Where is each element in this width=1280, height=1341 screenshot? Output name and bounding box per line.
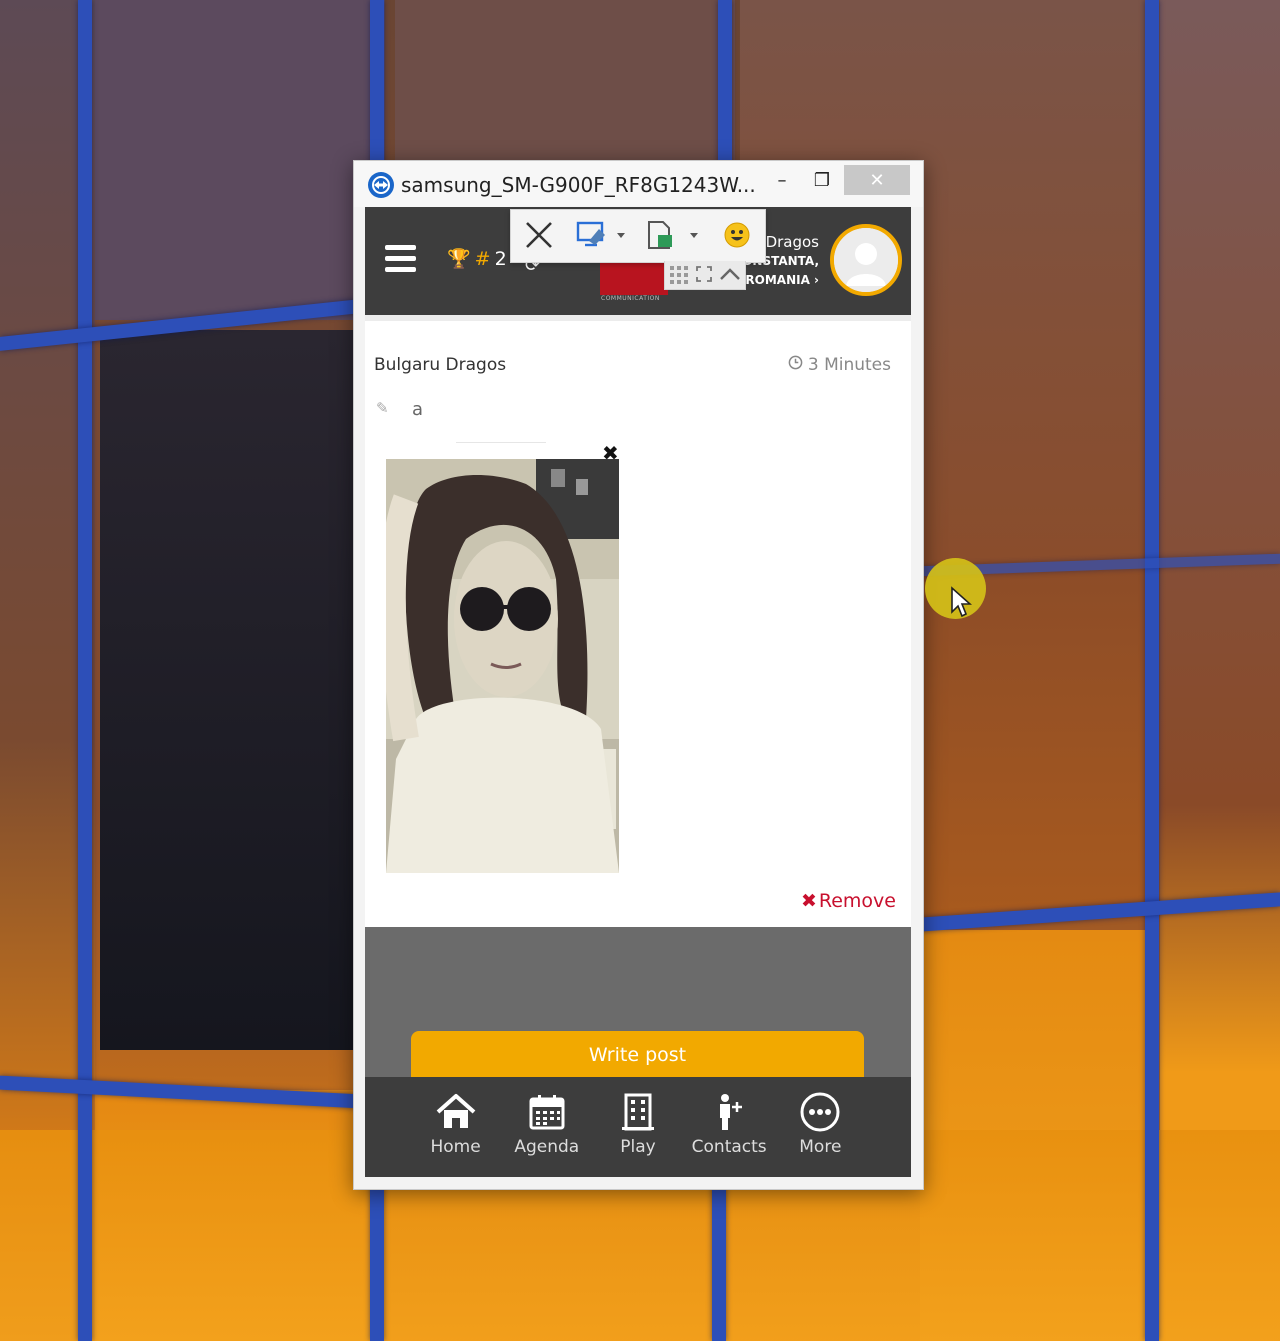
home-icon xyxy=(416,1091,496,1133)
device-screen[interactable]: 🏆 # 2 ⟳ COMMUNICATION Dragos ONSTANTA, R… xyxy=(365,207,911,1177)
window-titlebar[interactable]: samsung_SM-G900F_RF8G1243W... – ❐ ✕ xyxy=(354,161,923,207)
post-time: 3 Minutes xyxy=(788,355,891,375)
nav-label-more: More xyxy=(799,1137,842,1157)
nav-label-play: Play xyxy=(620,1137,656,1157)
wall-frame xyxy=(1145,0,1159,1341)
nav-label-home: Home xyxy=(430,1137,481,1157)
rank-value: 2 xyxy=(494,247,507,270)
nav-item-contacts[interactable]: Contacts xyxy=(689,1077,769,1177)
teamviewer-logo-icon xyxy=(368,172,394,198)
minimize-button[interactable]: – xyxy=(762,165,802,195)
post-text: a xyxy=(412,399,424,420)
wall-frame xyxy=(370,1185,384,1341)
collapse-icon[interactable] xyxy=(719,266,741,286)
wall-frame xyxy=(370,0,384,165)
remote-device-window[interactable]: samsung_SM-G900F_RF8G1243W... – ❐ ✕ 🏆 # … xyxy=(353,160,924,1190)
post-photo[interactable] xyxy=(386,459,619,873)
avatar[interactable] xyxy=(830,224,902,296)
wall-pane xyxy=(95,0,385,320)
building-icon xyxy=(598,1091,678,1133)
window-title: samsung_SM-G900F_RF8G1243W... xyxy=(401,173,756,197)
edit-icon[interactable]: ✎ xyxy=(376,399,389,417)
close-window-button[interactable]: ✕ xyxy=(844,165,910,195)
maximize-button[interactable]: ❐ xyxy=(802,165,842,195)
more-icon xyxy=(780,1091,860,1133)
files-extras-icon[interactable] xyxy=(643,218,703,252)
menu-icon[interactable] xyxy=(385,245,416,275)
grid-icon[interactable] xyxy=(669,265,689,289)
nav-item-home[interactable]: Home xyxy=(416,1077,496,1177)
nav-label-agenda: Agenda xyxy=(514,1137,580,1157)
brand-caption: COMMUNICATION xyxy=(601,295,660,302)
calendar-icon xyxy=(507,1091,587,1133)
rank-badge[interactable]: 🏆 # 2 xyxy=(447,247,507,271)
divider xyxy=(456,442,546,443)
clock-icon xyxy=(788,355,803,375)
wall-frame xyxy=(718,0,732,165)
remove-button[interactable]: ✖ Remove xyxy=(801,890,896,912)
wall-pane xyxy=(395,0,735,165)
toolbar-tab xyxy=(664,261,746,290)
add-contact-icon xyxy=(689,1091,769,1133)
close-session-icon[interactable] xyxy=(521,218,557,252)
rank-hash: # xyxy=(474,247,491,270)
remove-icon: ✖ xyxy=(800,890,817,912)
wall-frame xyxy=(78,0,92,1341)
bottom-nav: Home Agenda Play Contacts More xyxy=(365,1077,911,1177)
nav-label-contacts: Contacts xyxy=(691,1137,767,1157)
nav-item-play[interactable]: Play xyxy=(598,1077,678,1177)
nav-item-agenda[interactable]: Agenda xyxy=(507,1077,587,1177)
nav-item-more[interactable]: More xyxy=(780,1077,860,1177)
wall-pane xyxy=(100,330,355,1050)
trophy-icon: 🏆 xyxy=(447,248,471,270)
post-card: Bulgaru Dragos 3 Minutes ✎ a ✖ ✖ Remove xyxy=(365,321,911,927)
post-time-label: 3 Minutes xyxy=(807,355,891,375)
user-country: ROMANIA › xyxy=(745,273,819,287)
post-author[interactable]: Bulgaru Dragos xyxy=(374,355,506,375)
mouse-pointer-icon xyxy=(951,586,972,618)
fullscreen-icon[interactable] xyxy=(695,265,713,287)
wall-frame xyxy=(712,1185,726,1341)
remote-control-toolbar xyxy=(510,209,766,263)
write-post-button[interactable]: Write post xyxy=(411,1031,864,1079)
remote-actions-icon[interactable] xyxy=(573,218,631,252)
emoji-icon[interactable] xyxy=(719,218,755,252)
remove-label: Remove xyxy=(818,890,896,912)
